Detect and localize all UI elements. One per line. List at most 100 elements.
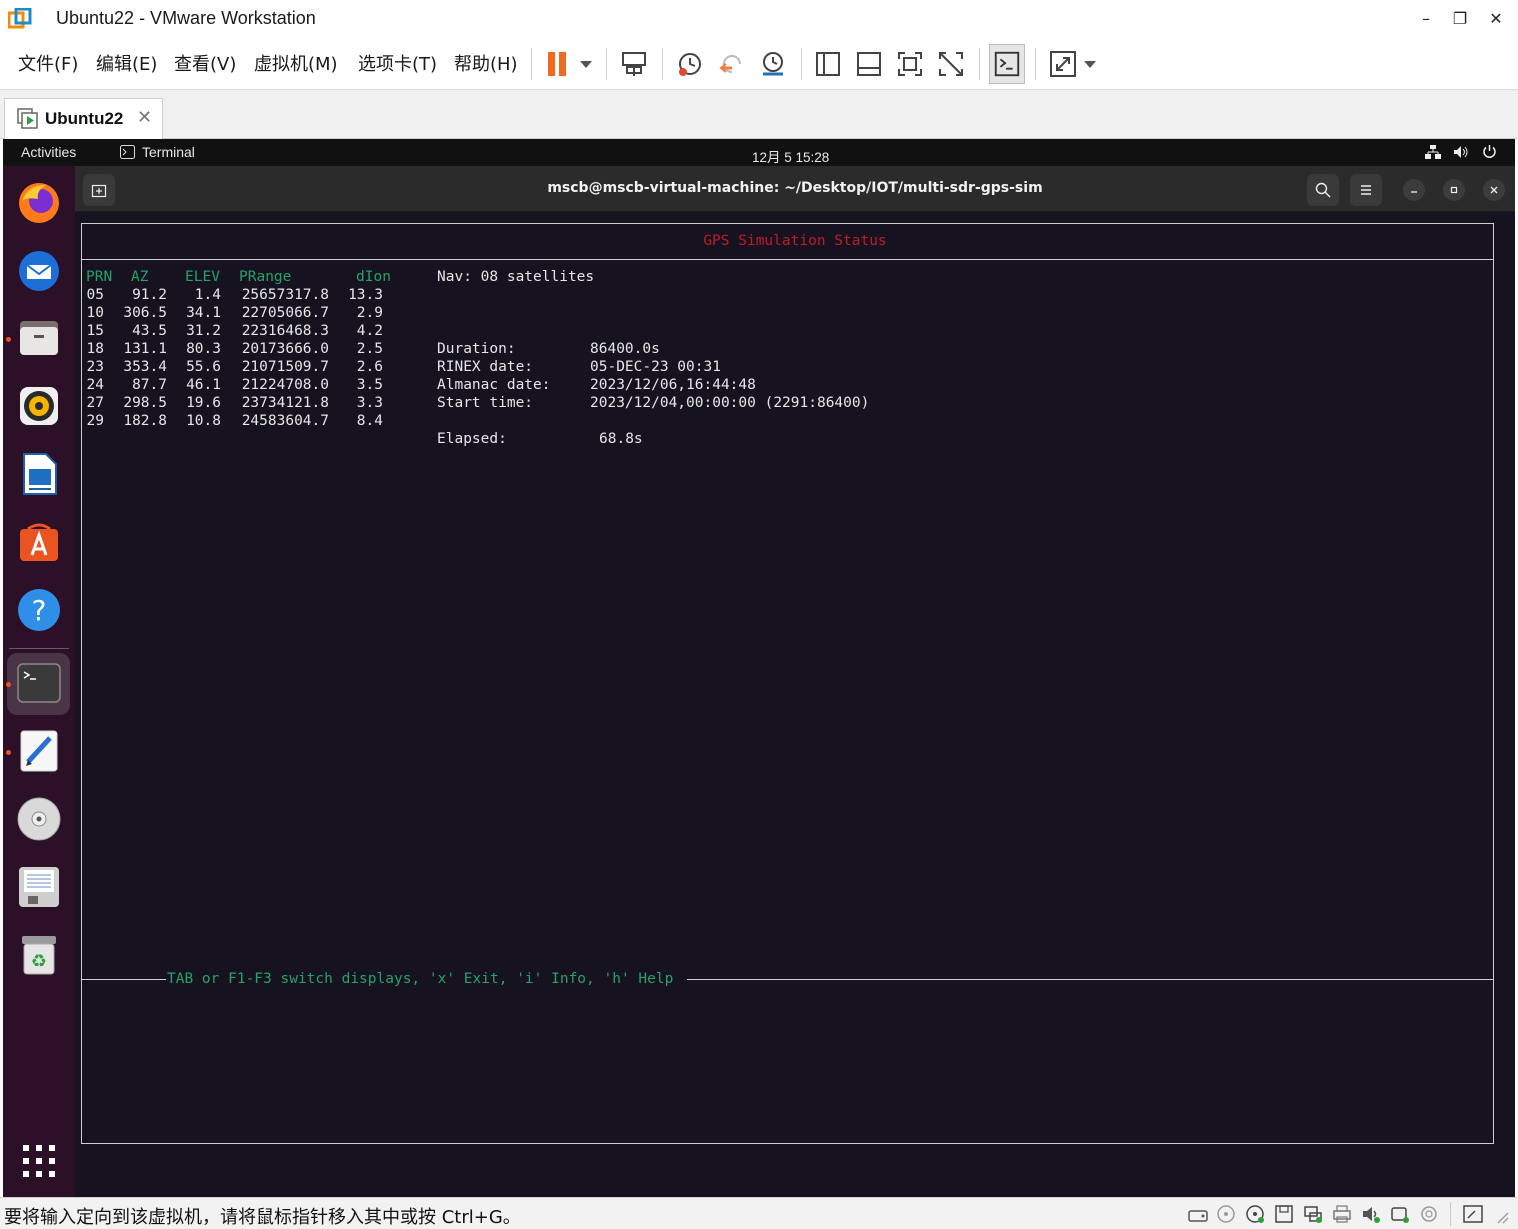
floppy-icon[interactable] xyxy=(1273,1203,1295,1225)
toolbar-separator xyxy=(531,48,532,80)
terminal-maximize-button[interactable] xyxy=(1443,179,1465,201)
running-indicator xyxy=(6,682,11,687)
minimize-icon xyxy=(1411,191,1417,193)
terminal-minimize-button[interactable] xyxy=(1403,179,1425,201)
col-elev: ELEV xyxy=(185,269,220,285)
vm-display[interactable]: Activities Terminal 12月 5 15:28 ? ♻ mscb… xyxy=(3,139,1515,1197)
menu-edit[interactable]: 编辑(E) xyxy=(96,50,157,76)
printer-icon[interactable] xyxy=(1331,1203,1353,1225)
svg-text:?: ? xyxy=(32,594,47,627)
trash-icon[interactable]: ♻ xyxy=(16,932,62,978)
duration-label: Duration: xyxy=(437,341,516,357)
firefox-icon[interactable] xyxy=(16,179,62,225)
show-library-icon[interactable] xyxy=(812,48,844,80)
minimize-button[interactable]: – xyxy=(1413,6,1439,32)
thunderbird-icon[interactable] xyxy=(16,247,62,293)
clock[interactable]: 12月 5 15:28 xyxy=(752,146,829,166)
power-icon[interactable] xyxy=(1482,144,1497,159)
toolbar-separator xyxy=(979,48,980,80)
terminal-headerbar: mscb@mscb-virtual-machine: ~/Desktop/IOT… xyxy=(75,166,1515,212)
dropdown-arrow-icon[interactable] xyxy=(572,48,604,80)
network-adapter-icon[interactable] xyxy=(1302,1203,1324,1225)
menu-tabs[interactable]: 选项卡(T) xyxy=(358,50,437,76)
volume-icon[interactable] xyxy=(1453,145,1469,159)
nav-satellites: Nav: 08 satellites xyxy=(437,269,595,285)
status-title: GPS Simulation Status xyxy=(703,233,887,249)
libreoffice-writer-icon[interactable] xyxy=(16,451,62,497)
svg-text:♻: ♻ xyxy=(31,951,47,972)
col-az: AZ xyxy=(131,269,149,285)
hamburger-menu-icon xyxy=(1361,185,1371,195)
network-icon[interactable] xyxy=(1425,145,1441,159)
stretch-icon[interactable] xyxy=(1047,48,1079,80)
box-border-bottom xyxy=(81,1143,1494,1144)
cd-icon[interactable] xyxy=(1215,1203,1237,1225)
hamburger-menu-button[interactable] xyxy=(1350,174,1382,206)
message-log-icon[interactable] xyxy=(1462,1203,1484,1225)
menu-view[interactable]: 查看(V) xyxy=(174,50,236,76)
dion-cell: 2.9 xyxy=(356,305,383,321)
running-indicator xyxy=(6,750,11,755)
elapsed-label: Elapsed: xyxy=(437,431,507,447)
terminal-content[interactable]: GPS Simulation Status PRN AZ ELEV PRange… xyxy=(75,212,1515,1197)
start-time-value: 2023/12/04,00:00:00 (2291:86400) xyxy=(590,395,870,411)
menu-help[interactable]: 帮助(H) xyxy=(454,50,518,76)
help-icon[interactable]: ? xyxy=(16,587,62,633)
col-prn: PRN xyxy=(86,269,113,285)
show-apps-icon[interactable] xyxy=(16,1138,62,1184)
tab-close-icon[interactable]: ✕ xyxy=(137,107,152,128)
search-button[interactable] xyxy=(1307,174,1339,206)
menu-vm[interactable]: 虚拟机(M) xyxy=(254,50,338,76)
hard-disk-icon[interactable] xyxy=(1187,1203,1209,1225)
display-icon[interactable] xyxy=(1418,1203,1440,1225)
save-disk-icon[interactable] xyxy=(16,864,62,910)
unity-icon[interactable] xyxy=(935,48,967,80)
text-editor-icon[interactable] xyxy=(16,728,62,774)
terminal-window: mscb@mscb-virtual-machine: ~/Desktop/IOT… xyxy=(75,166,1515,1197)
col-prange: PRange xyxy=(239,269,292,285)
dion-cell: 13.3 xyxy=(348,287,383,303)
status-message: 要将输入定向到该虚拟机，请将鼠标指针移入其中或按 Ctrl+G。 xyxy=(4,1207,521,1228)
running-indicator xyxy=(6,337,11,342)
status-separator xyxy=(1450,1202,1451,1226)
snapshot-manager-icon[interactable] xyxy=(757,48,789,80)
duration-value: 86400.0s xyxy=(590,341,660,357)
toolbar-separator xyxy=(606,48,607,80)
col-dion: dIon xyxy=(356,269,391,285)
thumbnail-bar-icon[interactable] xyxy=(853,48,885,80)
pause-icon[interactable] xyxy=(542,48,574,80)
restore-button[interactable]: ❐ xyxy=(1447,6,1473,32)
box-border-header xyxy=(81,259,1494,260)
terminal-icon[interactable] xyxy=(16,660,62,706)
window-title: Ubuntu22 - VMware Workstation xyxy=(56,8,316,28)
dvd-icon[interactable] xyxy=(16,796,62,842)
tab-ubuntu22[interactable]: Ubuntu22 ✕ xyxy=(4,98,163,139)
help-divider-right xyxy=(687,979,1494,980)
terminal-close-button[interactable] xyxy=(1483,179,1505,201)
vm-running-icon xyxy=(17,108,38,129)
console-view-button[interactable] xyxy=(989,44,1025,84)
sound-card-icon[interactable] xyxy=(1360,1203,1382,1225)
tab-label: Ubuntu22 xyxy=(45,109,124,128)
snapshot-icon[interactable] xyxy=(674,48,706,80)
cd-active-icon[interactable] xyxy=(1244,1203,1266,1225)
terminal-app-icon xyxy=(120,145,135,159)
almanac-date-label: Almanac date: xyxy=(437,377,551,393)
usb-device-icon[interactable] xyxy=(1389,1203,1411,1225)
activities-button[interactable]: Activities xyxy=(21,144,76,160)
rhythmbox-icon[interactable] xyxy=(16,383,62,429)
toolbar-separator xyxy=(1035,48,1036,80)
title-bar: Ubuntu22 - VMware Workstation – ❐ ✕ xyxy=(0,0,1518,38)
app-menu-terminal[interactable]: Terminal xyxy=(142,144,195,160)
close-button[interactable]: ✕ xyxy=(1483,6,1509,32)
dropdown-arrow-icon[interactable] xyxy=(1076,48,1108,80)
menu-file[interactable]: 文件(F) xyxy=(18,50,78,76)
resize-grip-icon[interactable] xyxy=(1492,1207,1510,1225)
dion-cell: 4.2 xyxy=(356,323,383,339)
send-ctrl-alt-del-icon[interactable] xyxy=(618,48,650,80)
full-screen-icon[interactable] xyxy=(894,48,926,80)
files-icon[interactable] xyxy=(16,315,62,361)
app-center-icon[interactable] xyxy=(16,519,62,565)
dock-separator xyxy=(9,648,69,649)
revert-snapshot-icon[interactable] xyxy=(716,48,748,80)
